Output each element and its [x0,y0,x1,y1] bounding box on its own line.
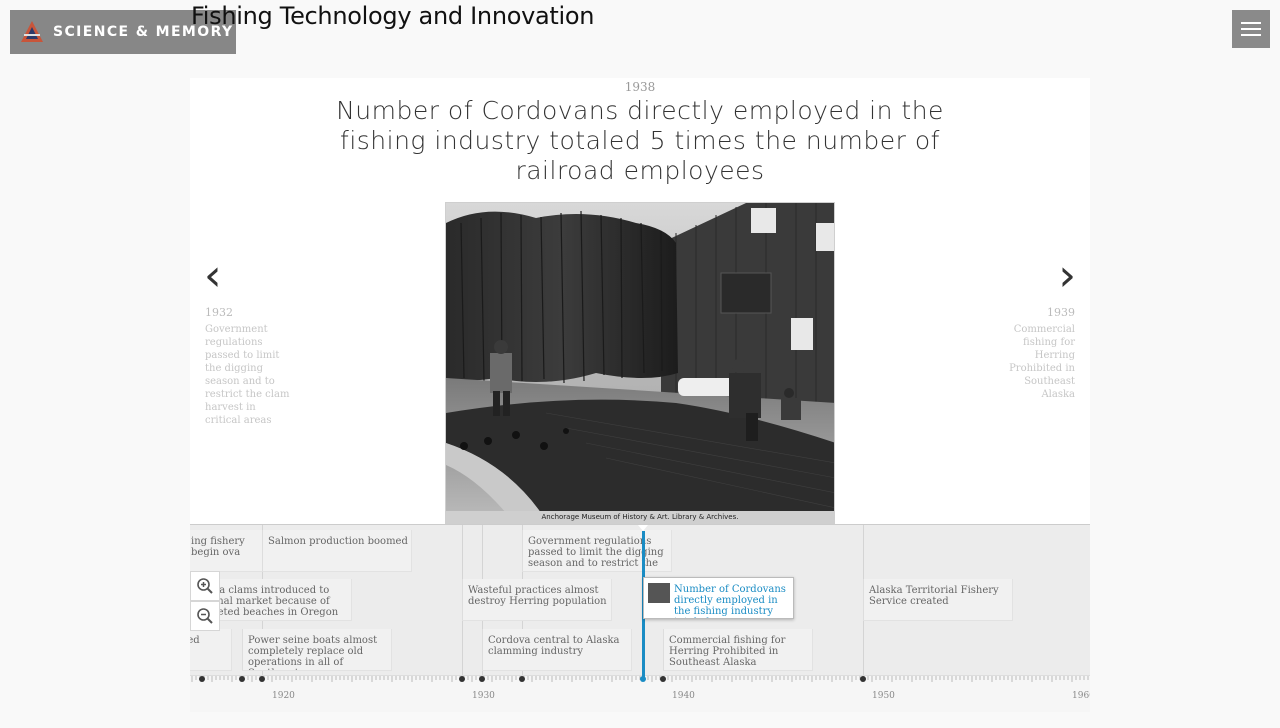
timeline-marker[interactable]: Commercial fishing for Herring Prohibite… [663,629,813,671]
axis-label: 1960 [1072,691,1090,701]
triangle-logo-icon [21,21,43,42]
timeline-page: SCIENCE & MEMORY Fishing Technology and … [0,0,1280,728]
timeline-marker[interactable]: Government regulations passed to limit t… [522,530,672,572]
axis-event-dot [660,676,666,682]
current-marker-caret [638,525,648,531]
zoom-in-icon[interactable] [190,571,220,601]
timeline-marker[interactable]: ing fishery begin ova [190,530,265,572]
photo-credit: Anchorage Museum of History & Art. Libra… [446,511,834,523]
axis-label: 1950 [872,691,895,701]
marker-thumbnail [648,583,670,603]
timeline-marker[interactable]: ented [190,629,232,671]
timeline-marker[interactable]: ska clams introduced to ional market bec… [202,579,352,621]
axis-event-dot [860,676,866,682]
timeline-marker[interactable]: Salmon production boomed [262,530,412,572]
hamburger-menu-icon[interactable] [1232,10,1270,48]
prev-slide-date[interactable]: 1932 [205,306,233,319]
axis-event-dot [479,676,485,682]
timeline-marker[interactable]: Power seine boats almost completely repl… [242,629,392,671]
timeline-marker[interactable]: Alaska Territorial Fishery Service creat… [863,579,1013,621]
slide-date: 1938 [624,80,656,94]
timeline-marker[interactable]: Wasteful practices almost destroy Herrin… [462,579,612,621]
axis-label: 1940 [672,691,695,701]
prev-slide-description[interactable]: Government regulations passed to limit t… [205,323,291,427]
slide-photo: Anchorage Museum of History & Art. Libra… [445,202,835,524]
axis-event-dot [239,676,245,682]
axis-label: 1930 [472,691,495,701]
fishing-nets-photo [446,203,834,513]
timeline-marker-active[interactable]: Number of Cordovans directly employed in… [643,577,794,619]
timeline-navigator[interactable]: ing fishery begin ova Salmon production … [190,524,1090,712]
axis-label: 1920 [272,691,295,701]
next-slide-date[interactable]: 1939 [1047,306,1075,319]
timeline-marker[interactable]: Cordova central to Alaska clamming indus… [482,629,632,671]
zoom-out-icon[interactable] [190,601,220,631]
axis-event-dot [519,676,525,682]
page-title: Fishing Technology and Innovation [191,2,595,30]
axis-event-dot [199,676,205,682]
time-axis: 1920 1930 1940 1950 1960 [190,675,1090,712]
chevron-right-icon[interactable]: › [1058,254,1076,298]
next-slide-description[interactable]: Commercial fishing for Herring Prohibite… [995,323,1075,401]
axis-event-dot [259,676,265,682]
chevron-left-icon[interactable]: ‹ [204,254,222,298]
slide-headline: Number of Cordovans directly employed in… [336,96,944,185]
story-slider: 1938 Number of Cordovans directly employ… [190,78,1090,524]
axis-event-dot [459,676,465,682]
